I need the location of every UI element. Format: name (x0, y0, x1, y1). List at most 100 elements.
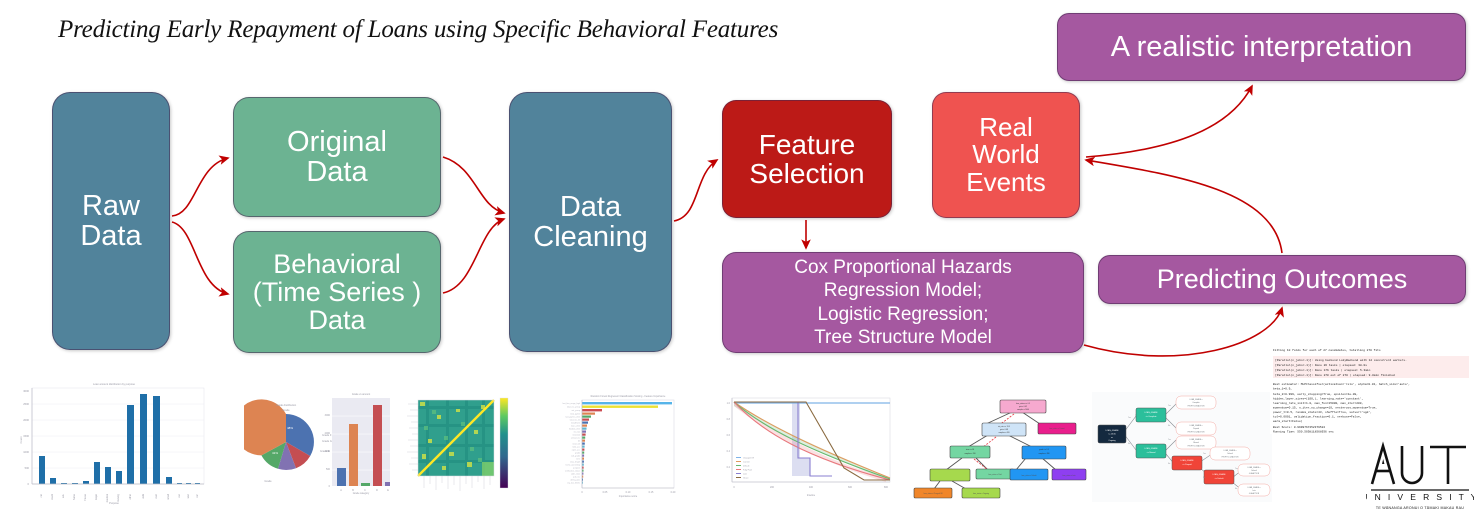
flow-box-original-data[interactable]: Original Data (233, 97, 441, 217)
svg-text:addr_state: addr_state (571, 473, 580, 476)
flow-box-data-cleaning[interactable]: Data Cleaning (509, 92, 672, 352)
svg-text:funded_amnt: funded_amnt (569, 428, 581, 431)
svg-text:500: 500 (25, 466, 30, 470)
thumbnail-feature-correlation-heatmap[interactable] (404, 392, 514, 496)
svg-text:2000: 2000 (325, 432, 331, 435)
svg-text:LOAN_GRADE =: LOAN_GRADE = (1190, 424, 1203, 427)
svg-text:Running Time: 550.505811856893: Running Time: 550.5058118568936 sec (1273, 430, 1334, 434)
aut-logo-maori-text: TE WĀNANGA ARONUI O TĀMAKI MAKAU RAU (1376, 506, 1464, 510)
svg-text:600: 600 (848, 486, 853, 489)
flow-box-real-world-events[interactable]: Real World Events (932, 92, 1080, 218)
svg-text:moving: moving (117, 493, 120, 501)
svg-text:term: term (576, 458, 580, 461)
svg-text:house: house (84, 493, 87, 500)
svg-text:No: No (1128, 443, 1130, 445)
svg-text:No: No (1235, 488, 1237, 490)
svg-text:other: other (129, 494, 132, 500)
svg-text:2500: 2500 (23, 402, 29, 406)
thumbnail-decision-tree-diagram[interactable]: loan_status <= 0.5 gini = 0.62 samples =… (904, 392, 1090, 502)
svg-text:LOAN_GRADE: LOAN_GRADE (1213, 473, 1227, 476)
svg-text:<= Complete: <= Complete (1146, 415, 1157, 418)
svg-text:48%: 48% (287, 426, 293, 430)
svg-text:major: major (95, 494, 98, 500)
svg-text:Late: Late (1252, 489, 1255, 492)
svg-text:Grade category: Grade category (353, 492, 370, 495)
svg-text:total_rec_int: total_rec_int (570, 419, 581, 422)
thumbnail-grade-pie-and-bar-chart[interactable]: 48% 41% Grade distribution Grade Grade F… (244, 382, 396, 502)
svg-text:Yes: Yes (1203, 453, 1206, 455)
svg-text:1000: 1000 (325, 450, 331, 453)
flow-box-feature-selection[interactable]: Feature Selection (722, 100, 892, 218)
svg-text:[Parallel(n_jobs=-1)]: Done 27: [Parallel(n_jobs=-1)]: Done 270 out of 2… (1275, 373, 1395, 377)
thumbnail-feature-importance-bar-chart[interactable]: Random Forest Regressor Classification S… (524, 388, 710, 500)
svg-text:grade <= 3.5: grade <= 3.5 (1039, 448, 1049, 451)
svg-text:power_t=0.5, random_state=43,: power_t=0.5, random_state=43, shuffle=Tr… (1273, 410, 1372, 414)
svg-text:Yes: Yes (1128, 417, 1131, 419)
svg-text:gini = 0.62: gini = 0.62 (1019, 406, 1027, 408)
svg-text:samples = 620: samples = 620 (998, 432, 1009, 434)
thumbnail-grid-search-log[interactable]: Fitting 10 folds for each of 27 candidat… (1270, 344, 1476, 434)
svg-text:200: 200 (770, 486, 775, 489)
flow-box-models[interactable]: Cox Proportional Hazards Regression Mode… (722, 252, 1084, 353)
flow-box-data-cleaning-label: Data Cleaning (533, 190, 648, 253)
arrow-cleaning-to-feature (673, 159, 719, 222)
svg-text:sub_grade: sub_grade (571, 455, 580, 458)
svg-text:3000: 3000 (23, 389, 29, 393)
svg-text:500: 500 (326, 468, 331, 471)
flow-box-behavioral-data[interactable]: Behavioral (Time Series ) Data (233, 231, 441, 353)
flow-box-predicting-outcomes-label: Predicting Outcomes (1156, 264, 1408, 295)
svg-text:Best estimator: MLPClassifier(: Best estimator: MLPClassifier(activation… (1273, 382, 1410, 386)
svg-text:LOAN_GRADE =: LOAN_GRADE = (1224, 449, 1237, 452)
aut-logo-university-word: U N I V E R S I T Y (1366, 492, 1474, 502)
svg-text:warm_start=False): warm_start=False) (1273, 419, 1303, 423)
svg-text:annual_inc: annual_inc (571, 438, 580, 440)
svg-text:2000: 2000 (23, 418, 29, 422)
svg-text:pub_rec: pub_rec (573, 476, 580, 479)
svg-text:loan_status <= 0.5: loan_status <= 0.5 (1016, 402, 1030, 405)
svg-text:1500: 1500 (23, 434, 29, 438)
svg-text:[Parallel(n_jobs=-1)]: Using b: [Parallel(n_jobs=-1)]: Using backend Lok… (1275, 358, 1407, 362)
flow-box-predicting-outcomes[interactable]: Predicting Outcomes (1098, 255, 1466, 304)
svg-text:total_pymnt: total_pymnt (570, 413, 580, 416)
svg-text:[Parallel(n_jobs=-1)]: Done 2: [Parallel(n_jobs=-1)]: Done 26 tasks | e… (1275, 363, 1367, 367)
svg-text:Missed: Missed (1193, 442, 1198, 444)
flow-box-raw-data-label: Raw Data (80, 189, 142, 252)
svg-text:<= Missed: <= Missed (1147, 451, 1156, 454)
svg-text:800: 800 (884, 486, 889, 489)
svg-text:3000: 3000 (325, 414, 331, 417)
svg-text:revol_util: revol_util (572, 443, 580, 446)
flow-box-realistic-interpretation[interactable]: A realistic interpretation (1057, 13, 1466, 81)
svg-text:Random Forest Regressor Classi: Random Forest Regressor Classification S… (591, 395, 666, 398)
svg-text:Grade vs amount: Grade vs amount (352, 393, 371, 396)
svg-text:<= 13.65: <= 13.65 (1108, 433, 1115, 436)
svg-text:<= Prepaid: <= Prepaid (1182, 463, 1191, 466)
thumbnail-loan-purpose-bar-chart[interactable]: Loan amount distribution by purpose Purp… (14, 376, 214, 510)
svg-text:grade: grade (575, 452, 580, 455)
svg-text:hidden_layer_sizes=(100,), lea: hidden_layer_sizes=(100,), learning_rate… (1273, 397, 1363, 401)
flow-box-models-label: Cox Proportional Hazards Regression Mode… (794, 257, 1012, 348)
svg-text:<= Default: <= Default (1215, 477, 1224, 480)
svg-text:PROFIT 0.52/ACTION: PROFIT 0.52/ACTION (1188, 431, 1206, 434)
svg-text:open_acc: open_acc (572, 450, 580, 452)
svg-text:41%: 41% (272, 451, 278, 455)
svg-text:0.05: 0.05 (603, 491, 608, 494)
svg-text:car: car (40, 494, 43, 498)
svg-text:tol=0.0001, validation_fractio: tol=0.0001, validation_fraction=0.1, ver… (1273, 415, 1361, 419)
svg-text:edu: edu (62, 493, 65, 498)
thumbnail-model-flow-tree-diagram[interactable]: LOAN_GRADE <= 13.65 or Ongoing LOAN_GRAD… (1092, 392, 1272, 502)
svg-text:samples = 1000: samples = 1000 (1017, 409, 1029, 411)
svg-text:last_fico_range_high: last_fico_range_high (563, 402, 580, 405)
svg-text:purpose: purpose (573, 467, 580, 470)
svg-text:inq_last_6mths: inq_last_6mths (567, 482, 580, 485)
arrow-models-to-predicting (1083, 306, 1284, 357)
svg-text:wed: wed (187, 493, 190, 498)
svg-text:Current: Current (743, 461, 750, 464)
flow-box-original-data-label: Original Data (287, 125, 387, 188)
svg-text:Best Score: 0.9999767452379524: Best Score: 0.9999767452379524 (1273, 426, 1325, 429)
svg-text:Yes: Yes (1235, 468, 1238, 470)
svg-text:0.04/ACTION: 0.04/ACTION (1249, 492, 1260, 495)
thumbnail-survival-curves-chart[interactable]: 1.0 0.8 0.6 0.4 0.2 0 200 400 600 800 ti… (714, 388, 902, 500)
flow-box-raw-data[interactable]: Raw Data (52, 92, 170, 350)
svg-text:Default: Default (1227, 452, 1233, 455)
svg-text:total_acc: total_acc (572, 446, 580, 449)
